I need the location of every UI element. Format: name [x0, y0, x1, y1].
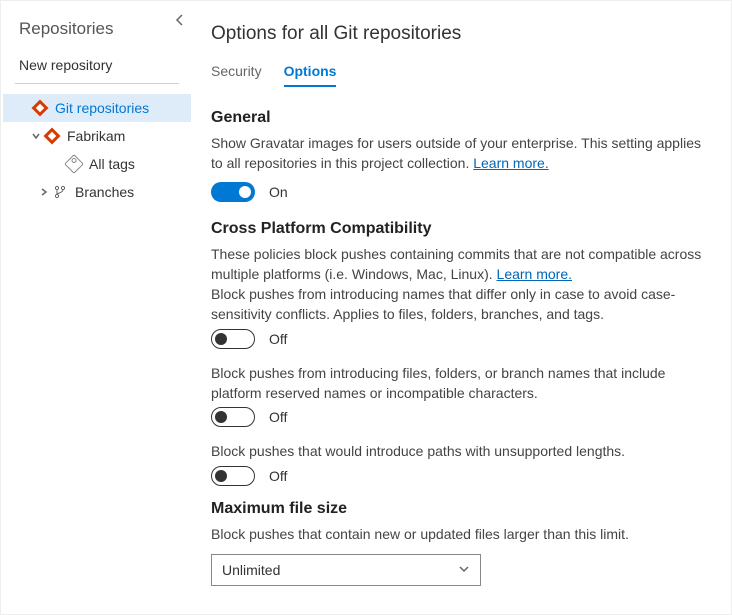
- section-heading-compat: Cross Platform Compatibility: [211, 220, 709, 238]
- section-heading-maxsize: Maximum file size: [211, 500, 709, 518]
- gravatar-toggle-label: On: [269, 184, 288, 200]
- general-learn-more-link[interactable]: Learn more.: [473, 155, 548, 171]
- tree-item-fabrikam[interactable]: Fabrikam: [3, 122, 191, 150]
- tree-label: Git repositories: [49, 100, 149, 116]
- tree-item-branches[interactable]: Branches: [3, 178, 191, 206]
- case-sensitivity-toggle-label: Off: [269, 331, 287, 347]
- reserved-names-toggle[interactable]: [211, 407, 255, 427]
- path-length-desc: Block pushes that would introduce paths …: [211, 441, 709, 461]
- section-heading-general: General: [211, 109, 709, 127]
- tree-item-all-tags[interactable]: All tags: [3, 150, 191, 178]
- expand-icon[interactable]: [29, 128, 43, 144]
- maxsize-selected-value: Unlimited: [222, 562, 280, 578]
- tree-item-git-repositories[interactable]: Git repositories: [3, 94, 191, 122]
- sidebar-title: Repositories: [1, 13, 193, 49]
- expand-icon[interactable]: [37, 184, 51, 200]
- tree-label: Fabrikam: [61, 128, 125, 144]
- tab-bar: Security Options: [211, 63, 709, 87]
- tree-label: Branches: [69, 184, 134, 200]
- new-repository-link[interactable]: New repository: [1, 49, 193, 83]
- app-root: Repositories New repository Git reposito…: [0, 0, 732, 615]
- reserved-names-desc: Block pushes from introducing files, fol…: [211, 363, 709, 404]
- chevron-down-icon: [458, 562, 470, 578]
- maxsize-select[interactable]: Unlimited: [211, 554, 481, 586]
- compat-learn-more-link[interactable]: Learn more.: [497, 266, 572, 282]
- main-panel: Options for all Git repositories Securit…: [193, 1, 731, 614]
- git-repo-icon: [31, 102, 49, 114]
- page-title: Options for all Git repositories: [211, 23, 709, 45]
- branch-icon: [51, 185, 69, 199]
- path-length-toggle[interactable]: [211, 466, 255, 486]
- reserved-names-toggle-label: Off: [269, 409, 287, 425]
- case-sensitivity-desc: Block pushes from introducing names that…: [211, 284, 709, 325]
- compat-desc-text: These policies block pushes containing c…: [211, 246, 701, 282]
- tree-label: All tags: [83, 156, 135, 172]
- compat-description: These policies block pushes containing c…: [211, 244, 709, 285]
- git-repo-icon: [43, 130, 61, 142]
- tab-options[interactable]: Options: [284, 63, 337, 87]
- collapse-sidebar-icon[interactable]: [175, 13, 185, 29]
- tab-security[interactable]: Security: [211, 63, 262, 87]
- general-desc-text: Show Gravatar images for users outside o…: [211, 135, 701, 171]
- tag-icon: [65, 157, 83, 171]
- repo-tree: Git repositories Fabrikam All tags: [1, 94, 193, 206]
- sidebar-divider: [15, 83, 179, 84]
- gravatar-toggle[interactable]: [211, 182, 255, 202]
- maxsize-desc: Block pushes that contain new or updated…: [211, 524, 709, 544]
- general-description: Show Gravatar images for users outside o…: [211, 133, 709, 174]
- path-length-toggle-label: Off: [269, 468, 287, 484]
- sidebar: Repositories New repository Git reposito…: [1, 1, 193, 614]
- case-sensitivity-toggle[interactable]: [211, 329, 255, 349]
